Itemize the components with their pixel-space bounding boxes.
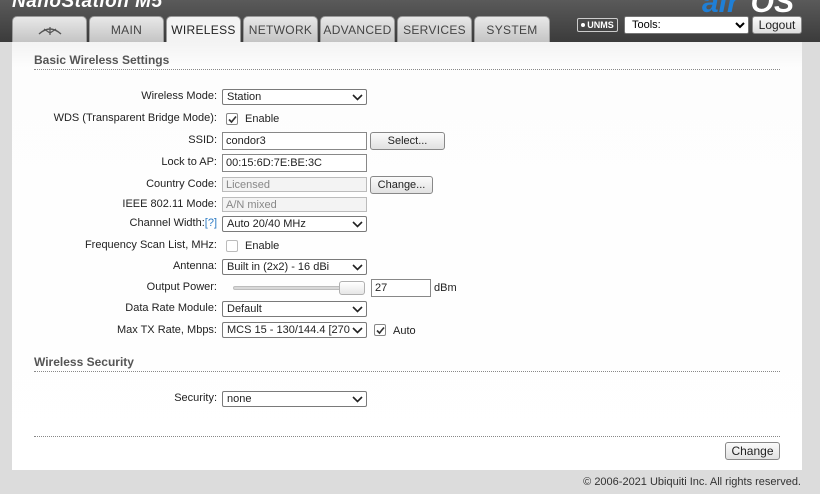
- unms-badge[interactable]: UNMS: [577, 18, 618, 32]
- max-tx-rate-select[interactable]: MCS 15 - 130/144.4 [270: [222, 322, 367, 338]
- wds-row: WDS (Transparent Bridge Mode): Enable: [53, 112, 280, 125]
- antenna-row: Antenna: Built in (2x2) - 16 dBi: [12, 258, 802, 276]
- top-bar: NanoStation M5 air OS MAIN WIRELESS NETWO…: [0, 0, 820, 43]
- frequency-scan-enable-checkbox[interactable]: [226, 240, 238, 252]
- checkmark-icon: [228, 115, 237, 124]
- chevron-down-icon: [352, 306, 363, 313]
- ssid-row: SSID: condor3 Select...: [12, 132, 802, 150]
- country-code-input: Licensed: [222, 177, 367, 192]
- tab-ubiquiti-logo[interactable]: [12, 16, 87, 42]
- channel-width-row: Channel Width:[?] Auto 20/40 MHz: [12, 215, 802, 233]
- checkmark-icon: [376, 326, 385, 335]
- chevron-down-icon: [352, 94, 363, 101]
- ssid-select-button[interactable]: Select...: [370, 132, 445, 150]
- data-rate-module-select[interactable]: Default: [222, 301, 367, 317]
- wireless-security-title: Wireless Security: [34, 355, 780, 372]
- security-row: Security: none: [12, 390, 802, 408]
- max-tx-rate-auto-checkbox[interactable]: [374, 324, 386, 336]
- ubiquiti-logo-icon: [38, 26, 61, 35]
- country-change-button[interactable]: Change...: [370, 176, 433, 194]
- form-divider: [34, 436, 780, 437]
- output-power-input[interactable]: 27: [371, 279, 431, 297]
- wds-enable-checkbox[interactable]: [226, 113, 238, 125]
- product-brand: NanoStation M5: [12, 0, 163, 12]
- wireless-settings-panel: Basic Wireless Settings Wireless Mode: S…: [12, 42, 802, 470]
- basic-wireless-settings-title: Basic Wireless Settings: [34, 53, 780, 70]
- ieee-mode-input: A/N mixed: [222, 197, 367, 212]
- tab-services[interactable]: SERVICES: [397, 16, 472, 42]
- tab-system[interactable]: SYSTEM: [474, 16, 550, 42]
- channel-width-help-link[interactable]: [?]: [205, 217, 217, 229]
- chevron-down-icon: [352, 327, 363, 334]
- tab-network[interactable]: NETWORK: [243, 16, 318, 42]
- security-select[interactable]: none: [222, 391, 367, 407]
- tools-select[interactable]: Tools:: [624, 16, 749, 34]
- lock-to-ap-input[interactable]: 00:15:6D:7E:BE:3C: [222, 154, 367, 172]
- ieee-mode-row: IEEE 802.11 Mode: A/N mixed: [12, 196, 802, 214]
- wireless-mode-select[interactable]: Station: [222, 89, 367, 105]
- chevron-down-icon: [352, 264, 363, 271]
- logout-button[interactable]: Logout: [752, 16, 802, 34]
- frequency-scan-row: Frequency Scan List, MHz: Enable: [84, 239, 280, 252]
- copyright-text: © 2006-2021 Ubiquiti Inc. All rights res…: [583, 476, 801, 488]
- antenna-select[interactable]: Built in (2x2) - 16 dBi: [222, 259, 367, 275]
- output-power-row: Output Power: 27 dBm: [12, 279, 802, 297]
- tab-main[interactable]: MAIN: [89, 16, 164, 42]
- tab-wireless[interactable]: WIRELESS: [166, 16, 241, 43]
- data-rate-module-row: Data Rate Module: Default: [12, 300, 802, 318]
- lock-to-ap-row: Lock to AP: 00:15:6D:7E:BE:3C: [12, 154, 802, 172]
- chevron-down-icon: [352, 396, 363, 403]
- chevron-down-icon: [352, 221, 363, 228]
- change-button[interactable]: Change: [725, 442, 780, 460]
- tab-advanced[interactable]: ADVANCED: [320, 16, 395, 42]
- country-code-row: Country Code: Licensed Change...: [12, 176, 802, 194]
- output-power-slider-thumb[interactable]: [339, 281, 365, 295]
- unms-status-icon: [581, 23, 586, 27]
- ssid-input[interactable]: condor3: [222, 132, 367, 150]
- max-tx-rate-row: Max TX Rate, Mbps: MCS 15 - 130/144.4 [2…: [116, 322, 416, 338]
- channel-width-select[interactable]: Auto 20/40 MHz: [222, 216, 367, 232]
- main-tabs: MAIN WIRELESS NETWORK ADVANCED SERVICES …: [12, 16, 552, 43]
- wireless-mode-row: Wireless Mode: Station: [12, 88, 802, 106]
